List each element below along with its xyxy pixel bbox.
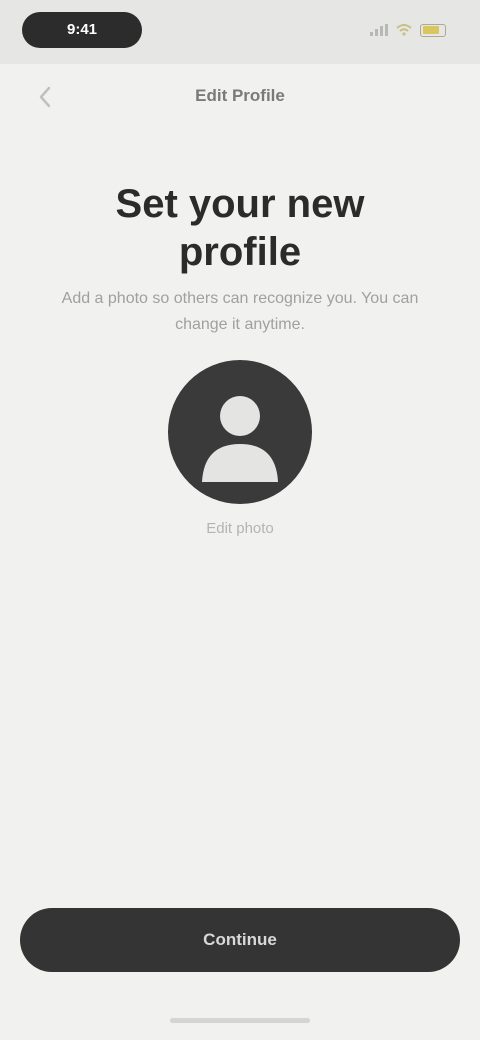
person-silhouette-icon xyxy=(202,396,278,482)
battery-icon xyxy=(420,23,446,37)
signal-icon xyxy=(370,24,388,36)
app-screen: 9:41 Edit Profile Set your new profile A… xyxy=(0,0,480,1040)
wifi-icon xyxy=(396,24,412,36)
page-title: Set your new profile xyxy=(115,182,365,274)
status-bar: 9:41 xyxy=(0,0,480,64)
edit-photo-link[interactable]: Edit photo xyxy=(0,520,480,537)
status-time: 9:41 xyxy=(66,21,98,38)
avatar[interactable] xyxy=(168,360,312,504)
battery-level xyxy=(422,26,440,34)
header: Edit Profile xyxy=(0,64,480,130)
status-icons xyxy=(370,22,446,38)
header-title: Edit Profile xyxy=(195,86,285,105)
continue-button[interactable]: Continue xyxy=(20,908,460,972)
home-indicator xyxy=(170,1018,310,1023)
page-subtitle: Add a photo so others can recognize you.… xyxy=(61,290,419,333)
